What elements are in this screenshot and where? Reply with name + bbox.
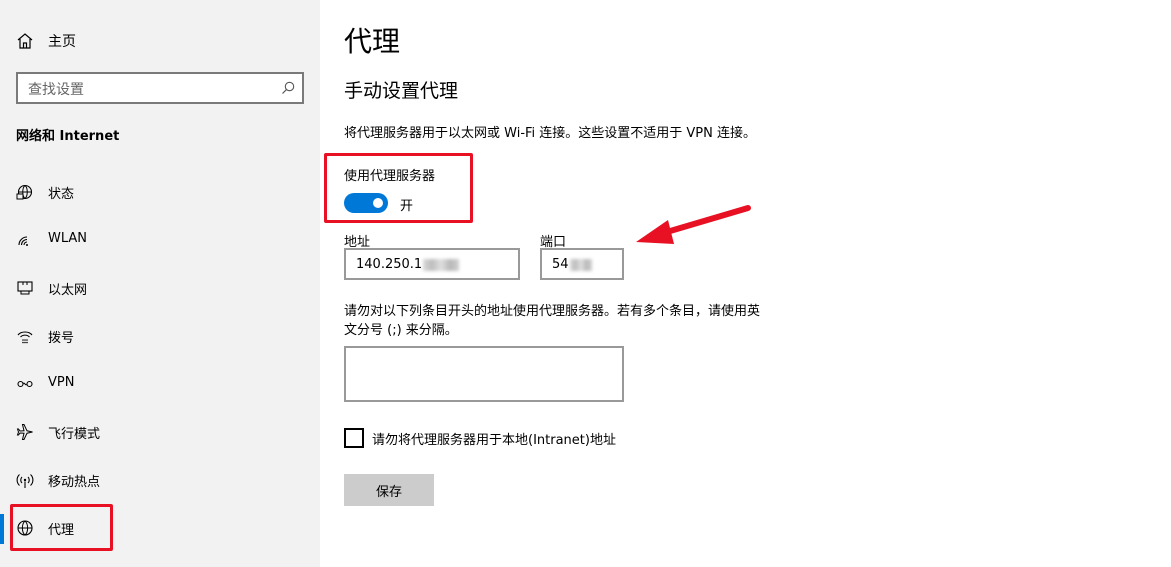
home-icon [17,33,33,49]
sidebar-item-mobile-hotspot[interactable]: 移动热点 [0,458,320,502]
port-value: 54 [552,257,569,272]
proxy-settings-panel: 代理 手动设置代理 将代理服务器用于以太网或 Wi-Fi 连接。这些设置不适用于… [320,0,1171,567]
ethernet-icon [17,281,33,295]
exceptions-text-line1: 请勿对以下列条目开头的地址使用代理服务器。若有多个条目，请使用英 [344,304,761,319]
search-input[interactable]: 查找设置 [16,72,304,104]
bypass-local-checkbox[interactable] [344,428,364,448]
sidebar-item-label: 移动热点 [48,475,101,490]
search-placeholder: 查找设置 [28,82,84,98]
sidebar-item-label: 拨号 [48,331,75,346]
sidebar-item-vpn[interactable]: VPN [0,362,320,406]
highlight-box-toggle [324,153,473,223]
sidebar-item-wlan[interactable]: WLAN [0,218,320,262]
page-title: 代理 [344,25,401,58]
exceptions-description: 请勿对以下列条目开头的地址使用代理服务器。若有多个条目，请使用英 文分号 (;)… [344,302,804,340]
exceptions-text-line2: 文分号 (;) 来分隔。 [344,323,458,338]
redacted-port [569,258,592,271]
wifi-icon [18,236,28,246]
sidebar-item-label: WLAN [48,231,88,246]
vpn-icon [17,380,33,388]
sidebar-item-label: 状态 [48,187,75,202]
sidebar-item-status[interactable]: 状态 [0,170,320,214]
sidebar-item-label: VPN [48,375,75,390]
globe-status-icon [16,184,33,200]
sidebar-item-home[interactable]: 主页 [0,18,320,62]
sidebar-item-label: 飞行模式 [48,427,101,442]
annotation-arrow-icon [636,205,751,244]
bypass-local-label: 请勿将代理服务器用于本地(Intranet)地址 [372,433,616,448]
section-title: 网络和 Internet [16,129,120,144]
sidebar-item-airplane-mode[interactable]: 飞行模式 [0,410,320,454]
section-heading-manual-proxy: 手动设置代理 [344,80,459,102]
highlight-box-proxy [10,504,113,551]
address-value: 140.250.1 [356,257,423,272]
sidebar-item-label: 以太网 [48,283,88,298]
sidebar-item-dialup[interactable]: 拨号 [0,314,320,358]
dialup-icon [17,331,33,344]
save-button[interactable]: 保存 [344,474,434,506]
proxy-description: 将代理服务器用于以太网或 Wi-Fi 连接。这些设置不适用于 VPN 连接。 [344,126,757,141]
sidebar-item-ethernet[interactable]: 以太网 [0,266,320,310]
redacted-address [423,258,460,271]
search-icon[interactable] [280,80,296,96]
hotspot-icon [16,474,34,488]
port-field[interactable]: 54 [540,248,624,280]
address-field[interactable]: 140.250.1 [344,248,520,280]
exceptions-textarea[interactable] [344,346,624,402]
airplane-icon [16,424,33,440]
settings-sidebar: 主页 查找设置 网络和 Internet 状态 WLAN 以太网 拨号 VPN … [0,0,320,567]
sidebar-item-label: 主页 [48,34,76,50]
